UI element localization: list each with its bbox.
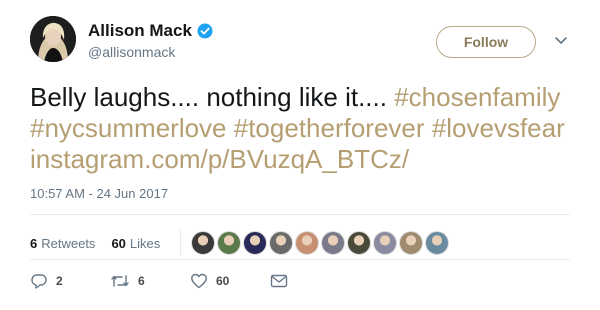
tweet-actions: 2 6 60 bbox=[30, 272, 288, 290]
direct-message-button[interactable] bbox=[270, 273, 288, 289]
divider bbox=[30, 214, 570, 215]
liker-avatar[interactable] bbox=[191, 231, 216, 255]
liker-avatar[interactable] bbox=[321, 231, 346, 255]
hashtag-link[interactable]: #nycsummerlove bbox=[30, 113, 227, 143]
retweet-count: 6 bbox=[138, 274, 145, 288]
heart-icon bbox=[191, 273, 207, 289]
retweets-label: Retweets bbox=[41, 235, 96, 251]
display-name-text: Allison Mack bbox=[88, 21, 192, 40]
likes-stat[interactable]: 60 Likes bbox=[111, 236, 160, 251]
chevron-down-icon[interactable] bbox=[554, 36, 568, 46]
avatar[interactable] bbox=[30, 16, 76, 62]
envelope-icon bbox=[270, 274, 288, 288]
hashtag-link[interactable]: #lovevsfear bbox=[432, 113, 565, 143]
reply-icon bbox=[31, 274, 47, 289]
like-button[interactable]: 60 bbox=[190, 272, 270, 290]
verified-badge-icon bbox=[197, 23, 213, 39]
liker-avatar[interactable] bbox=[269, 231, 294, 255]
retweets-stat[interactable]: 6 Retweets bbox=[30, 236, 95, 251]
liker-avatar[interactable] bbox=[243, 231, 268, 255]
tweet-body-text: Belly laughs.... nothing like it.... bbox=[30, 82, 395, 112]
liker-avatar[interactable] bbox=[425, 231, 450, 255]
stats-separator bbox=[180, 230, 182, 256]
likers-avatars bbox=[191, 231, 451, 255]
tweet-stats: 6 Retweets 60 Likes bbox=[30, 230, 451, 256]
hashtag-link[interactable]: #togetherforever bbox=[234, 113, 425, 143]
retweets-count: 6 bbox=[30, 235, 38, 251]
likes-label: Likes bbox=[129, 235, 161, 251]
hashtag-link[interactable]: #chosenfamily bbox=[394, 82, 560, 112]
likes-count: 60 bbox=[111, 235, 126, 251]
retweet-button[interactable]: 6 bbox=[110, 272, 190, 290]
avatar-image bbox=[30, 16, 76, 62]
retweet-icon bbox=[111, 275, 129, 287]
liker-avatar[interactable] bbox=[347, 231, 372, 255]
liker-avatar[interactable] bbox=[217, 231, 242, 255]
tweet-text: Belly laughs.... nothing like it.... #ch… bbox=[30, 82, 590, 175]
liker-avatar[interactable] bbox=[373, 231, 398, 255]
like-count: 60 bbox=[216, 274, 230, 288]
reply-count: 2 bbox=[56, 274, 63, 288]
follow-button[interactable]: Follow bbox=[436, 26, 536, 58]
display-name[interactable]: Allison Mack bbox=[88, 21, 213, 41]
liker-avatar[interactable] bbox=[399, 231, 424, 255]
divider bbox=[30, 259, 570, 260]
instagram-link[interactable]: instagram.com/p/BVuzqA_BTCz/ bbox=[30, 144, 409, 174]
tweet-card: Allison Mack @allisonmack Follow Belly l… bbox=[0, 0, 600, 310]
liker-avatar[interactable] bbox=[295, 231, 320, 255]
user-handle[interactable]: @allisonmack bbox=[88, 44, 175, 60]
reply-button[interactable]: 2 bbox=[30, 272, 110, 290]
tweet-timestamp[interactable]: 10:57 AM - 24 Jun 2017 bbox=[30, 186, 168, 201]
